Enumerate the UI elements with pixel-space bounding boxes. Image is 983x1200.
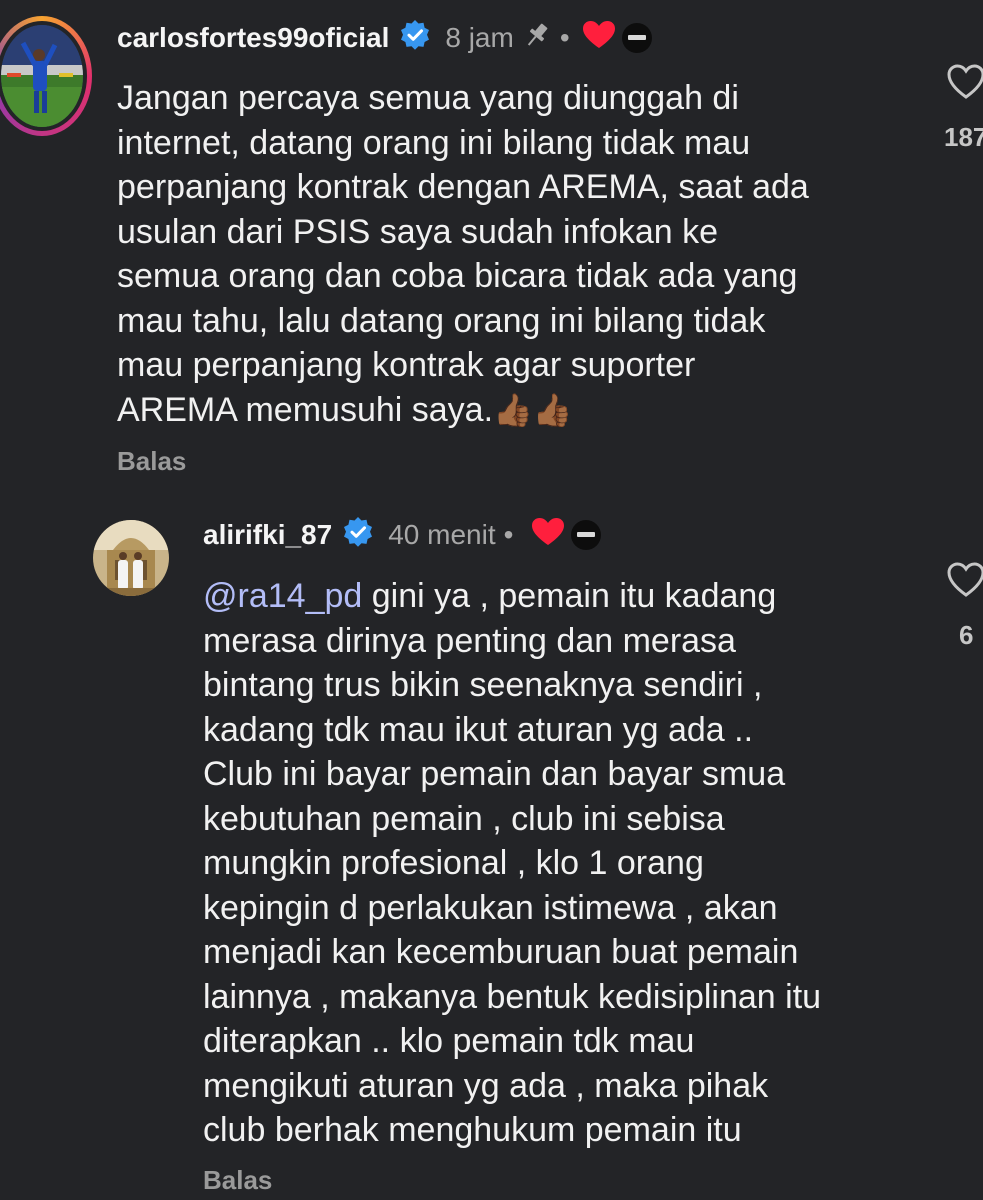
- comment-body: gini ya , pemain itu kadang merasa dirin…: [203, 577, 822, 1149]
- separator-dot: •: [559, 22, 570, 53]
- comment-time: 8 jam: [445, 22, 514, 53]
- pin-icon: [522, 20, 552, 57]
- thumbs-up-emoji: 👍🏾👍🏾: [493, 391, 573, 428]
- username[interactable]: alirifki_87: [203, 519, 332, 551]
- reply-button[interactable]: Balas: [203, 1165, 272, 1196]
- reply-button[interactable]: Balas: [117, 446, 186, 477]
- creator-liked-heart-icon: [582, 20, 616, 57]
- avatar[interactable]: [93, 520, 169, 596]
- creator-avatar-badge-icon: [571, 520, 602, 550]
- creator-liked-heart-icon: [531, 517, 565, 554]
- verified-badge-icon: [342, 516, 374, 555]
- comment-header: alirifki_87 40 menit •: [203, 515, 602, 555]
- like-button[interactable]: [946, 562, 983, 602]
- heart-outline-icon: [947, 562, 983, 597]
- comment-text: Jangan percaya semua yang diunggah di in…: [117, 76, 937, 432]
- like-button[interactable]: [946, 64, 983, 104]
- heart-outline-icon: [947, 64, 983, 99]
- comment-header: carlosfortes99oficial 8 jam •: [117, 18, 652, 58]
- comment-time: 40 menit: [388, 519, 496, 550]
- avatar[interactable]: [1, 25, 83, 127]
- comment-1: carlosfortes99oficial 8 jam • Jangan per…: [0, 0, 983, 500]
- like-count: 6: [959, 620, 974, 650]
- mention-link[interactable]: @ra14_pd: [203, 577, 362, 615]
- comment-2-reply: alirifki_87 40 menit • @ra14_pd gini ya …: [0, 500, 983, 1200]
- avatar-photo-football-player: [1, 25, 83, 127]
- separator-dot: •: [503, 519, 514, 550]
- avatar-photo-two-men-mosque: [93, 520, 169, 596]
- username[interactable]: carlosfortes99oficial: [117, 22, 389, 54]
- creator-avatar-badge-icon: [621, 23, 652, 53]
- verified-badge-icon: [399, 19, 431, 58]
- like-count: 187: [944, 122, 983, 152]
- comment-body: Jangan percaya semua yang diunggah di in…: [117, 79, 809, 429]
- comment-text: @ra14_pd gini ya , pemain itu kadang mer…: [203, 574, 943, 1153]
